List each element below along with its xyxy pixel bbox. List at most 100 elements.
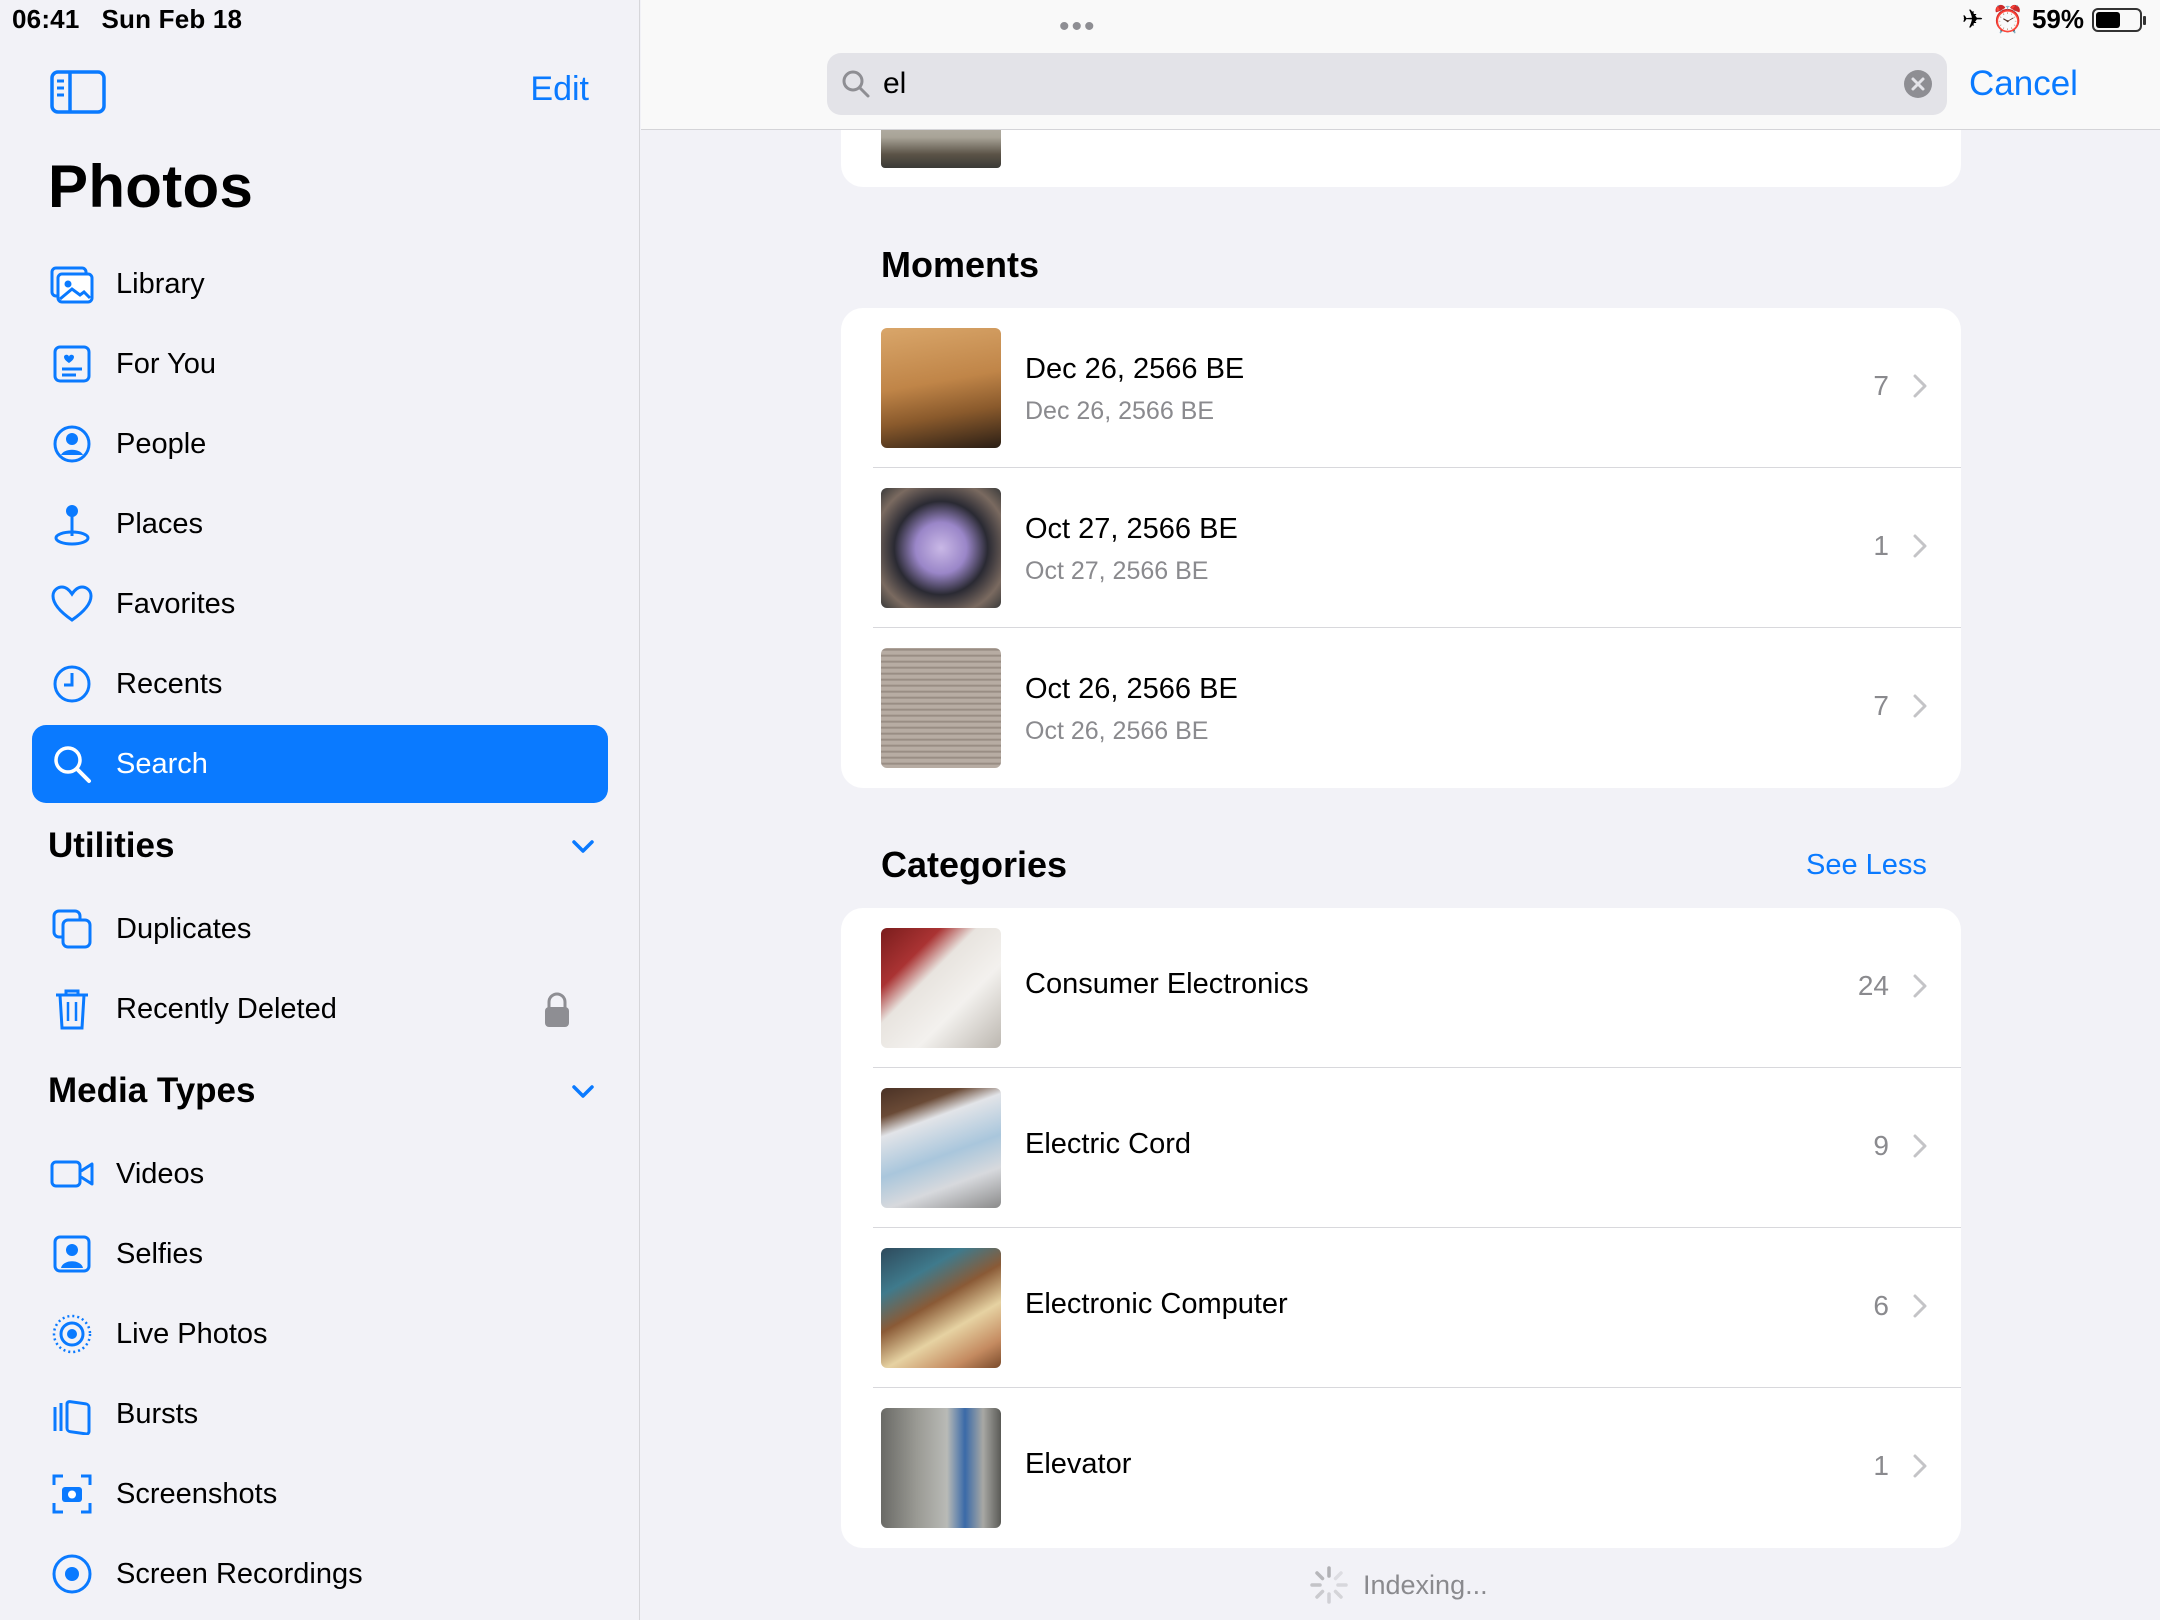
clock-icon: [48, 660, 96, 708]
moment-subtitle: Dec 26, 2566 BE: [1025, 397, 1215, 425]
sidebar-item-selfies[interactable]: Selfies: [32, 1215, 608, 1293]
video-icon: [48, 1150, 96, 1198]
sidebar-item-for-you[interactable]: For You: [32, 325, 608, 403]
places-icon: [48, 500, 96, 548]
category-thumbnail: [881, 1088, 1001, 1208]
chevron-down-icon[interactable]: [568, 1076, 598, 1106]
battery-percent: 59%: [2031, 4, 2084, 34]
status-bar-right: ✈ ⏰ 59%: [1961, 4, 2146, 35]
status-time: 06:41: [12, 4, 80, 34]
chevron-right-icon: [1913, 1294, 1927, 1318]
bursts-icon: [48, 1390, 96, 1438]
moment-subtitle: Oct 27, 2566 BE: [1025, 557, 1209, 585]
category-row[interactable]: Elevator 1: [841, 1388, 1961, 1548]
chevron-right-icon: [1913, 694, 1927, 718]
category-count: 24: [1857, 970, 1889, 1001]
sidebar-item-label: Screen Recordings: [116, 1557, 363, 1590]
category-title: Elevator: [1025, 1448, 1132, 1480]
category-thumbnail: [881, 1248, 1001, 1368]
sidebar-item-people[interactable]: People: [32, 405, 608, 483]
utilities-section-header[interactable]: Utilities: [48, 821, 608, 871]
sidebar-item-screenshots[interactable]: Screenshots: [32, 1455, 608, 1533]
sidebar-item-videos[interactable]: Videos: [32, 1135, 608, 1213]
sidebar-item-label: For You: [116, 347, 216, 380]
battery-icon: [2092, 7, 2146, 32]
sidebar-item-recently-deleted[interactable]: Recently Deleted: [32, 970, 608, 1048]
sidebar-item-label: Live Photos: [116, 1317, 268, 1350]
moment-count: 7: [1873, 370, 1889, 401]
screenshot-icon: [48, 1470, 96, 1518]
chevron-right-icon: [1913, 1134, 1927, 1158]
cancel-button[interactable]: Cancel: [1969, 64, 2078, 104]
see-less-button[interactable]: See Less: [1806, 849, 1927, 882]
category-title: Electronic Computer: [1025, 1288, 1288, 1320]
people-icon: [48, 420, 96, 468]
library-icon: [48, 260, 96, 308]
sidebar-item-label: Favorites: [116, 587, 236, 620]
lock-icon: [545, 992, 569, 1027]
sidebar-item-recents[interactable]: Recents: [32, 645, 608, 723]
category-thumbnail: [881, 928, 1001, 1048]
sidebar-item-duplicates[interactable]: Duplicates: [32, 890, 608, 968]
moment-row[interactable]: Dec 26, 2566 BE Dec 26, 2566 BE 7: [841, 308, 1961, 468]
status-bar-left: 06:41 Sun Feb 18: [12, 4, 264, 35]
sidebar-item-label: Recents: [116, 667, 223, 700]
chevron-down-icon[interactable]: [568, 831, 598, 861]
category-title: Electric Cord: [1025, 1128, 1191, 1160]
category-row[interactable]: Consumer Electronics 24: [841, 908, 1961, 1068]
category-row[interactable]: Electronic Computer 6: [841, 1228, 1961, 1388]
chevron-right-icon: [1913, 374, 1927, 398]
moment-title: Oct 26, 2566 BE: [1025, 673, 1238, 705]
indexing-label: Indexing...: [1363, 1569, 1488, 1600]
sidebar-item-label: Places: [116, 507, 204, 540]
sidebar: 06:41 Sun Feb 18 Edit Photos Library For …: [0, 0, 640, 1620]
sidebar-item-live-photos[interactable]: Live Photos: [32, 1295, 608, 1373]
spinner-icon: [1310, 1566, 1348, 1604]
search-field[interactable]: [827, 53, 1947, 115]
category-row[interactable]: Electric Cord 9: [841, 1068, 1961, 1228]
airplane-mode-icon: ✈: [1961, 4, 1984, 34]
sidebar-item-label: Videos: [116, 1157, 205, 1190]
indexing-status: Indexing...: [1309, 1565, 1488, 1605]
section-title: Utilities: [48, 826, 175, 865]
sidebar-item-places[interactable]: Places: [32, 485, 608, 563]
moments-title: Moments: [881, 244, 1040, 285]
search-icon: [48, 740, 96, 788]
moment-row[interactable]: Oct 27, 2566 BE Oct 27, 2566 BE 1: [841, 468, 1961, 628]
search-icon: [842, 70, 870, 98]
sidebar-item-label: Bursts: [116, 1397, 199, 1430]
category-title: Consumer Electronics: [1025, 968, 1309, 1000]
chevron-right-icon: [1913, 974, 1927, 998]
chevron-right-icon: [1913, 1454, 1927, 1478]
category-count: 6: [1873, 1290, 1889, 1321]
moment-title: Dec 26, 2566 BE: [1025, 353, 1245, 385]
heart-icon: [48, 580, 96, 628]
sidebar-toggle-icon[interactable]: [50, 70, 106, 114]
sidebar-item-label: Recently Deleted: [116, 992, 337, 1025]
moment-subtitle: Oct 26, 2566 BE: [1025, 717, 1209, 745]
sidebar-item-bursts[interactable]: Bursts: [32, 1375, 608, 1453]
sidebar-item-library[interactable]: Library: [32, 245, 608, 323]
edit-button[interactable]: Edit: [530, 70, 589, 109]
categories-card: Consumer Electronics 24 Electric Cord 9 …: [841, 908, 1961, 1548]
duplicates-icon: [48, 905, 96, 953]
clear-text-icon[interactable]: [1903, 69, 1933, 99]
chevron-right-icon: [1913, 534, 1927, 558]
for-you-icon: [48, 340, 96, 388]
sidebar-item-label: Duplicates: [116, 912, 252, 945]
multitasking-dots[interactable]: •••: [1059, 10, 1097, 44]
media-types-section-header[interactable]: Media Types: [48, 1066, 608, 1116]
moment-count: 1: [1873, 530, 1889, 561]
sidebar-item-favorites[interactable]: Favorites: [32, 565, 608, 643]
category-count: 1: [1873, 1450, 1889, 1481]
sidebar-item-search[interactable]: Search: [32, 725, 608, 803]
moment-title: Oct 27, 2566 BE: [1025, 513, 1238, 545]
sidebar-item-screen-recordings[interactable]: Screen Recordings: [32, 1535, 608, 1613]
trash-icon: [48, 985, 96, 1033]
moment-thumbnail: [881, 488, 1001, 608]
search-toolbar: ••• ✈ ⏰ 59% Cancel: [641, 0, 2160, 130]
search-input[interactable]: [883, 67, 1903, 101]
sidebar-item-label: Selfies: [116, 1237, 204, 1270]
moment-row[interactable]: Oct 26, 2566 BE Oct 26, 2566 BE 7: [841, 628, 1961, 788]
sidebar-item-label: People: [116, 427, 207, 460]
